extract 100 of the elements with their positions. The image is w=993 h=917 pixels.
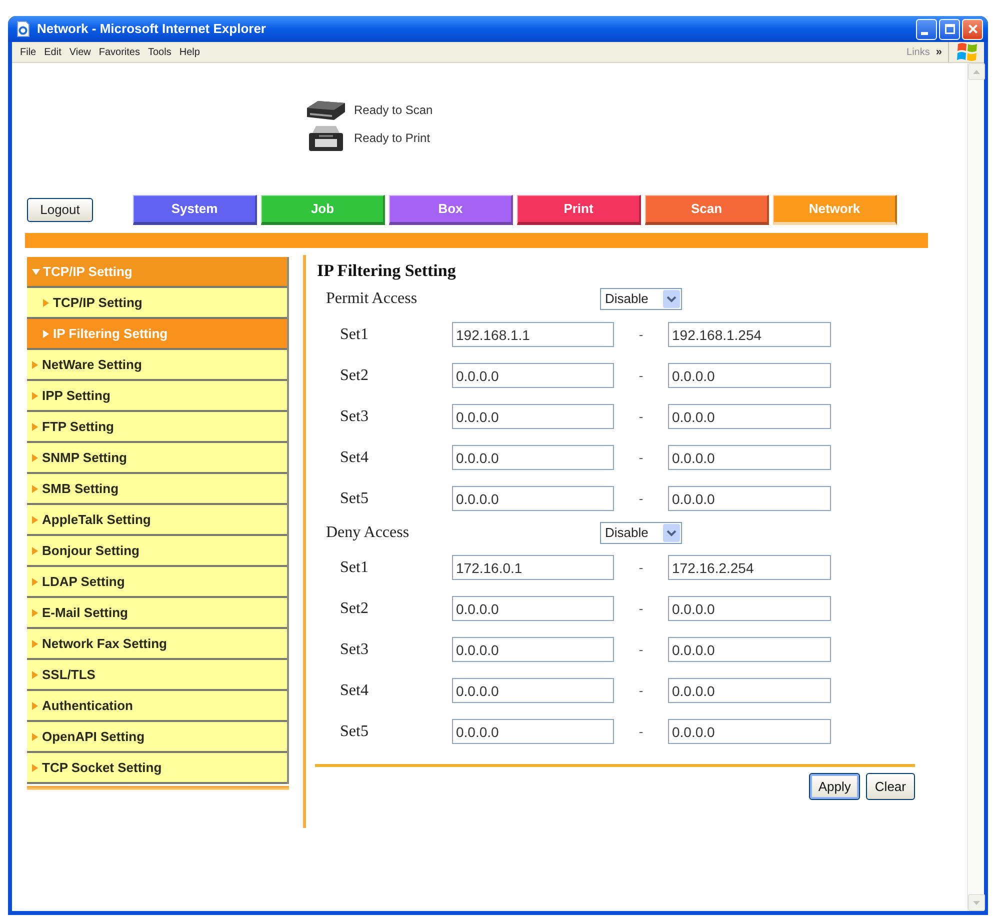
ip-address-field[interactable]: 0.0.0.0 [452,678,614,703]
range-separator: - [638,682,644,700]
close-button[interactable] [962,18,983,40]
ip-address-field[interactable]: 0.0.0.0 [452,719,614,744]
ip-address-field[interactable]: 0.0.0.0 [452,363,614,388]
status-text: Ready to Print [354,130,430,147]
caret-right-icon [32,640,38,648]
ip-address-field[interactable]: 0.0.0.0 [452,404,614,429]
ip-address-field[interactable]: 0.0.0.0 [668,719,831,744]
nav-tab[interactable]: Box [389,195,513,225]
set-label: Set1 [340,324,370,344]
set-label: Set3 [340,640,370,660]
caret-right-icon [32,484,38,492]
caret-right-icon [32,702,38,710]
nav-tab[interactable]: System [133,195,257,225]
range-separator: - [638,640,644,659]
ip-address-field[interactable]: 0.0.0.0 [668,486,831,511]
range-separator: - [638,558,644,577]
menu-item[interactable]: Edit [40,44,66,60]
ip-address-field[interactable]: 192.168.1.1 [452,322,614,347]
ip-address-field[interactable]: 0.0.0.0 [452,445,614,470]
minimize-button[interactable] [916,18,937,40]
caret-right-icon [32,608,38,616]
range-separator: - [638,366,644,385]
set-label: Set3 [340,406,370,426]
range-separator: - [638,408,644,426]
links-chevron[interactable]: » [936,44,942,60]
ip-address-field[interactable]: 0.0.0.0 [668,678,831,703]
caret-up-icon [973,70,980,74]
sidebar-item[interactable]: IPP Setting [27,381,287,412]
caret-right-icon [32,516,38,524]
minimize-icon [921,32,928,34]
flag-icon [956,42,978,62]
group-label: Deny Access [326,523,410,543]
close-icon [968,24,978,34]
menu-item[interactable]: View [65,44,95,60]
set-label: Set1 [340,558,370,578]
sidebar-item[interactable]: SNMP Setting [27,443,287,474]
logout-button[interactable]: Logout [27,198,93,222]
form-button[interactable]: Apply [809,773,860,800]
caret-right-icon [32,392,38,400]
menu-item[interactable]: File [16,44,40,60]
ip-address-field[interactable]: 0.0.0.0 [452,486,614,511]
range-separator: - [638,326,644,344]
ip-address-field[interactable]: 0.0.0.0 [668,596,831,621]
mode-select[interactable]: Disable [600,522,682,544]
set-label: Set4 [340,680,370,700]
sidebar-item[interactable]: SMB Setting [27,474,287,505]
menu-item[interactable]: Help [175,44,204,60]
mode-select[interactable]: Disable [600,288,682,310]
ip-address-field[interactable]: 0.0.0.0 [668,637,831,662]
sidebar-item[interactable]: NetWare Setting [27,350,287,381]
sidebar-item[interactable]: AppleTalk Setting [27,505,287,536]
caret-right-icon [32,578,38,586]
ip-address-field[interactable]: 0.0.0.0 [668,445,831,470]
maximize-button[interactable] [939,18,960,40]
maximize-icon [944,24,954,34]
caret-right-icon [32,360,38,368]
caret-right-icon [32,454,38,462]
sidebar-item[interactable]: LDAP Setting [27,567,287,598]
sidebar-item[interactable]: Bonjour Setting [27,536,287,567]
caret-right-icon [32,732,38,740]
sidebar-item[interactable]: Authentication [27,691,287,722]
set-label: Set2 [340,366,370,386]
caret-right-icon [43,330,49,338]
ip-address-field[interactable]: 172.16.0.1 [452,555,614,580]
sidebar-item[interactable]: TCP/IP Setting [27,288,287,319]
scanner-icon [306,99,346,121]
set-label: Set5 [340,722,370,742]
sidebar-item[interactable]: E-Mail Setting [27,598,287,629]
caret-down-icon [973,900,980,904]
nav-tab[interactable]: Print [517,195,641,225]
ip-address-field[interactable]: 0.0.0.0 [452,596,614,621]
caret-right-icon [32,422,38,430]
printer-icon [306,124,346,152]
caret-right-icon [32,764,38,772]
range-separator: - [638,448,644,467]
set-label: Set4 [340,448,370,468]
caret-down-icon [32,268,40,274]
sidebar-item[interactable]: OpenAPI Setting [27,722,287,753]
caret-right-icon [32,546,38,554]
set-label: Set5 [340,488,370,508]
menu-item[interactable]: Favorites [94,44,144,60]
sidebar-item[interactable]: FTP Setting [27,412,287,443]
range-separator: - [638,600,644,618]
ip-address-field[interactable]: 0.0.0.0 [452,637,614,662]
sidebar-item[interactable]: SSL/TLS [27,660,287,691]
ip-address-field[interactable]: 0.0.0.0 [668,404,831,429]
ip-address-field[interactable]: 192.168.1.254 [668,322,831,347]
sidebar-item[interactable]: Network Fax Setting [27,629,287,660]
page-icon [15,21,31,37]
form-button[interactable]: Clear [866,773,915,800]
caret-right-icon [43,298,49,306]
status-text: Ready to Scan [354,102,433,119]
window-title: Network - Microsoft Internet Explorer [37,20,266,38]
caret-right-icon [32,670,38,678]
ip-address-field[interactable]: 172.16.2.254 [668,555,831,580]
ip-address-field[interactable]: 0.0.0.0 [668,363,831,388]
menu-item[interactable]: Tools [144,44,176,60]
sidebar-item[interactable]: TCP Socket Setting [27,753,287,784]
